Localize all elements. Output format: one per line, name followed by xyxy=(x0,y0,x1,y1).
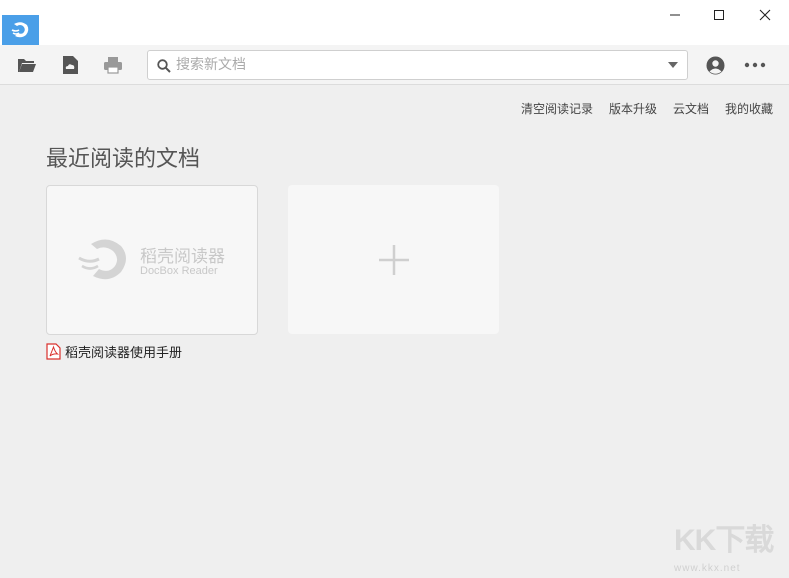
user-account-icon xyxy=(706,56,724,74)
open-file-button[interactable] xyxy=(15,53,39,77)
maximize-icon xyxy=(714,10,724,20)
recent-doc-name-row[interactable]: 稻壳阅读器使用手册 xyxy=(46,342,182,361)
my-favorites-link[interactable]: 我的收藏 xyxy=(725,100,773,117)
thumbnail-title: 稻壳阅读器 xyxy=(140,247,225,267)
plus-icon xyxy=(378,244,409,275)
version-upgrade-link[interactable]: 版本升级 xyxy=(609,100,657,117)
caret-down-icon xyxy=(668,62,678,68)
clear-history-link[interactable]: 清空阅读记录 xyxy=(521,100,593,117)
close-icon xyxy=(759,9,771,21)
section-title: 最近阅读的文档 xyxy=(46,147,201,172)
more-icon xyxy=(744,62,766,68)
search-input[interactable] xyxy=(176,54,646,76)
add-document-card[interactable] xyxy=(288,185,499,334)
minimize-icon xyxy=(670,14,680,16)
search-dropdown-button[interactable] xyxy=(667,59,679,71)
more-button[interactable] xyxy=(743,53,767,77)
user-account-button[interactable] xyxy=(703,53,727,77)
recent-doc-name[interactable]: 稻壳阅读器使用手册 xyxy=(65,342,182,361)
kkx-watermark: KK下载 www.kkx.net xyxy=(668,515,788,575)
search-icon xyxy=(157,59,171,73)
pdf-icon xyxy=(46,343,61,360)
maximize-button[interactable] xyxy=(696,0,742,30)
minimize-button[interactable] xyxy=(652,0,698,30)
app-logo xyxy=(2,15,39,45)
cloud-documents-link[interactable]: 云文档 xyxy=(673,100,709,117)
recent-doc-card[interactable]: 稻壳阅读器 DocBox Reader xyxy=(46,185,258,335)
watermark-text: KK下载 xyxy=(674,524,774,557)
cloud-document-button[interactable] xyxy=(58,53,82,77)
folder-open-icon xyxy=(18,59,36,72)
toolbar xyxy=(0,45,789,85)
cloud-document-icon xyxy=(63,56,78,74)
title-bar xyxy=(0,0,789,45)
top-links: 清空阅读记录 版本升级 云文档 我的收藏 xyxy=(521,100,773,117)
search-box[interactable] xyxy=(147,50,688,80)
print-icon xyxy=(104,57,122,74)
docbox-watermark-logo-icon xyxy=(78,239,126,280)
print-button[interactable] xyxy=(101,53,125,77)
close-button[interactable] xyxy=(742,0,788,30)
watermark-site: www.kkx.net xyxy=(674,563,741,574)
thumbnail-subtitle: DocBox Reader xyxy=(140,265,218,277)
docbox-logo-icon xyxy=(11,22,28,38)
